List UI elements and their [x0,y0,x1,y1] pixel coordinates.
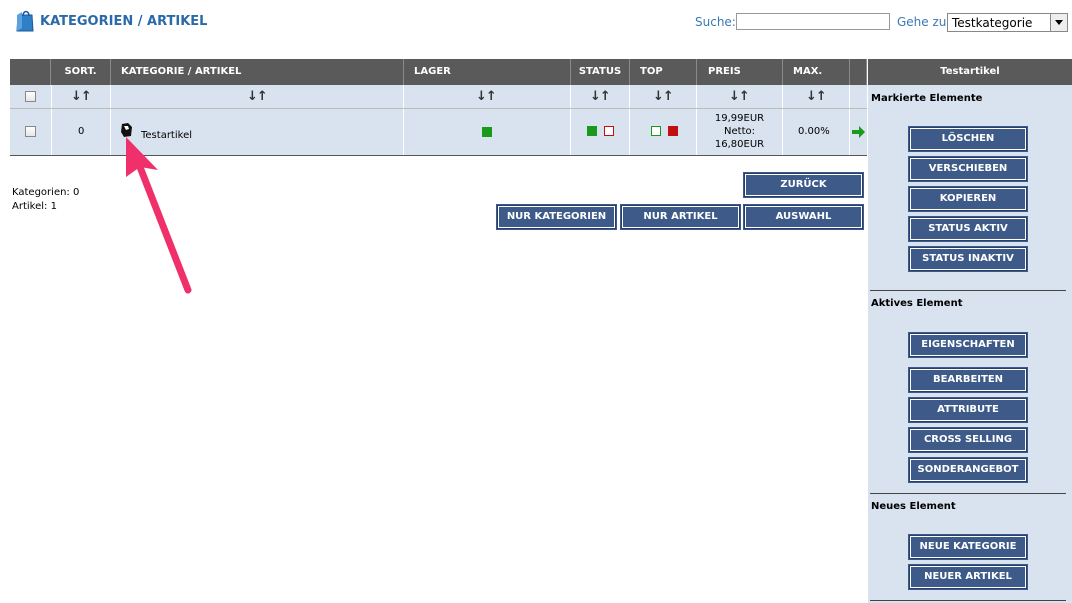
copy-button[interactable]: KOPIEREN [908,186,1028,212]
sort-row: ↓↑ ↓↑ ↓↑ ↓↑ ↓↑ ↓↑ ↓↑ [10,85,867,109]
annotation-arrow-icon [126,137,192,294]
edit-attributes-button[interactable]: ATTRIBUTE EDITIEREN [908,397,1028,437]
col-max[interactable]: MAX. [783,59,850,85]
invert-selection-button[interactable]: AUSWAHL UMKEHREN [743,204,864,244]
arrow-right-icon[interactable] [852,126,866,138]
sort-arrows-icon[interactable]: ↓↑ [729,89,750,104]
status-active-toggle[interactable] [587,126,597,136]
search-input[interactable] [736,13,890,30]
panel-divider [870,493,1066,494]
page-title: KATEGORIEN / ARTIKEL [40,14,208,29]
only-categories-button[interactable]: NUR KATEGORIEN [496,204,617,230]
properties-button[interactable]: EIGENSCHAFTEN [908,332,1028,358]
only-articles-button[interactable]: NUR ARTIKEL [620,204,741,230]
sort-arrows-icon[interactable]: ↓↑ [247,89,268,104]
row-sort-value: 0 [78,126,85,137]
shopping-bag-icon [16,10,34,32]
delete-button[interactable]: LÖSCHEN [908,126,1028,152]
row-max-value: 0.00% [798,126,830,137]
row-checkbox[interactable] [25,126,36,137]
active-element-title: Aktives Element [871,298,963,309]
move-button[interactable]: VERSCHIEBEN [908,156,1028,182]
panel-divider [870,290,1066,291]
top-off-toggle[interactable] [668,126,678,136]
sort-arrows-icon[interactable]: ↓↑ [653,89,674,104]
status-inactive-toggle[interactable] [604,126,614,136]
col-sort[interactable]: SORT. [51,59,111,85]
panel-divider [870,600,1066,601]
col-status[interactable]: STATUS [571,59,630,85]
edit-button[interactable]: BEARBEITEN [908,367,1028,393]
goto-select[interactable]: Testkategorie [947,13,1068,32]
col-category-article[interactable]: KATEGORIE / ARTIKEL [111,59,404,85]
back-button[interactable]: ZURÜCK [743,172,864,198]
new-element-title: Neues Element [871,501,956,512]
goto-label: Gehe zu: [897,15,951,29]
status-inactive-button[interactable]: STATUS INAKTIV [908,246,1028,272]
articles-count: Artikel: 1 [12,201,57,212]
goto-selected-value: Testkategorie [952,16,1033,30]
special-offer-button[interactable]: SONDERANGEBOT [908,457,1028,483]
col-select [10,59,51,85]
status-active-button[interactable]: STATUS AKTIV [908,216,1028,242]
chevron-down-icon[interactable] [1050,14,1067,31]
sort-arrows-icon[interactable]: ↓↑ [71,89,92,104]
panel-title: Testartikel [868,59,1072,85]
search-label: Suche: [695,15,736,29]
table-header: SORT. KATEGORIE / ARTIKEL LAGER STATUS T… [10,59,867,85]
stock-indicator [482,127,492,137]
col-top[interactable]: TOP [630,59,697,85]
col-action [850,59,867,85]
row-price: 19,99EUR Netto: 16,80EUR [714,113,765,150]
new-category-button[interactable]: NEUE KATEGORIE [908,534,1028,560]
new-article-button[interactable]: NEUER ARTIKEL [908,564,1028,590]
col-stock[interactable]: LAGER [404,59,571,85]
select-all-checkbox[interactable] [25,91,36,102]
col-price[interactable]: PREIS [697,59,783,85]
sort-arrows-icon[interactable]: ↓↑ [590,89,611,104]
top-on-toggle[interactable] [651,126,661,136]
categories-count: Kategorien: 0 [12,187,80,198]
cross-selling-button[interactable]: CROSS SELLING [908,427,1028,453]
marked-elements-title: Markierte Elemente [871,93,983,104]
sort-arrows-icon[interactable]: ↓↑ [806,89,827,104]
sort-arrows-icon[interactable]: ↓↑ [476,89,497,104]
